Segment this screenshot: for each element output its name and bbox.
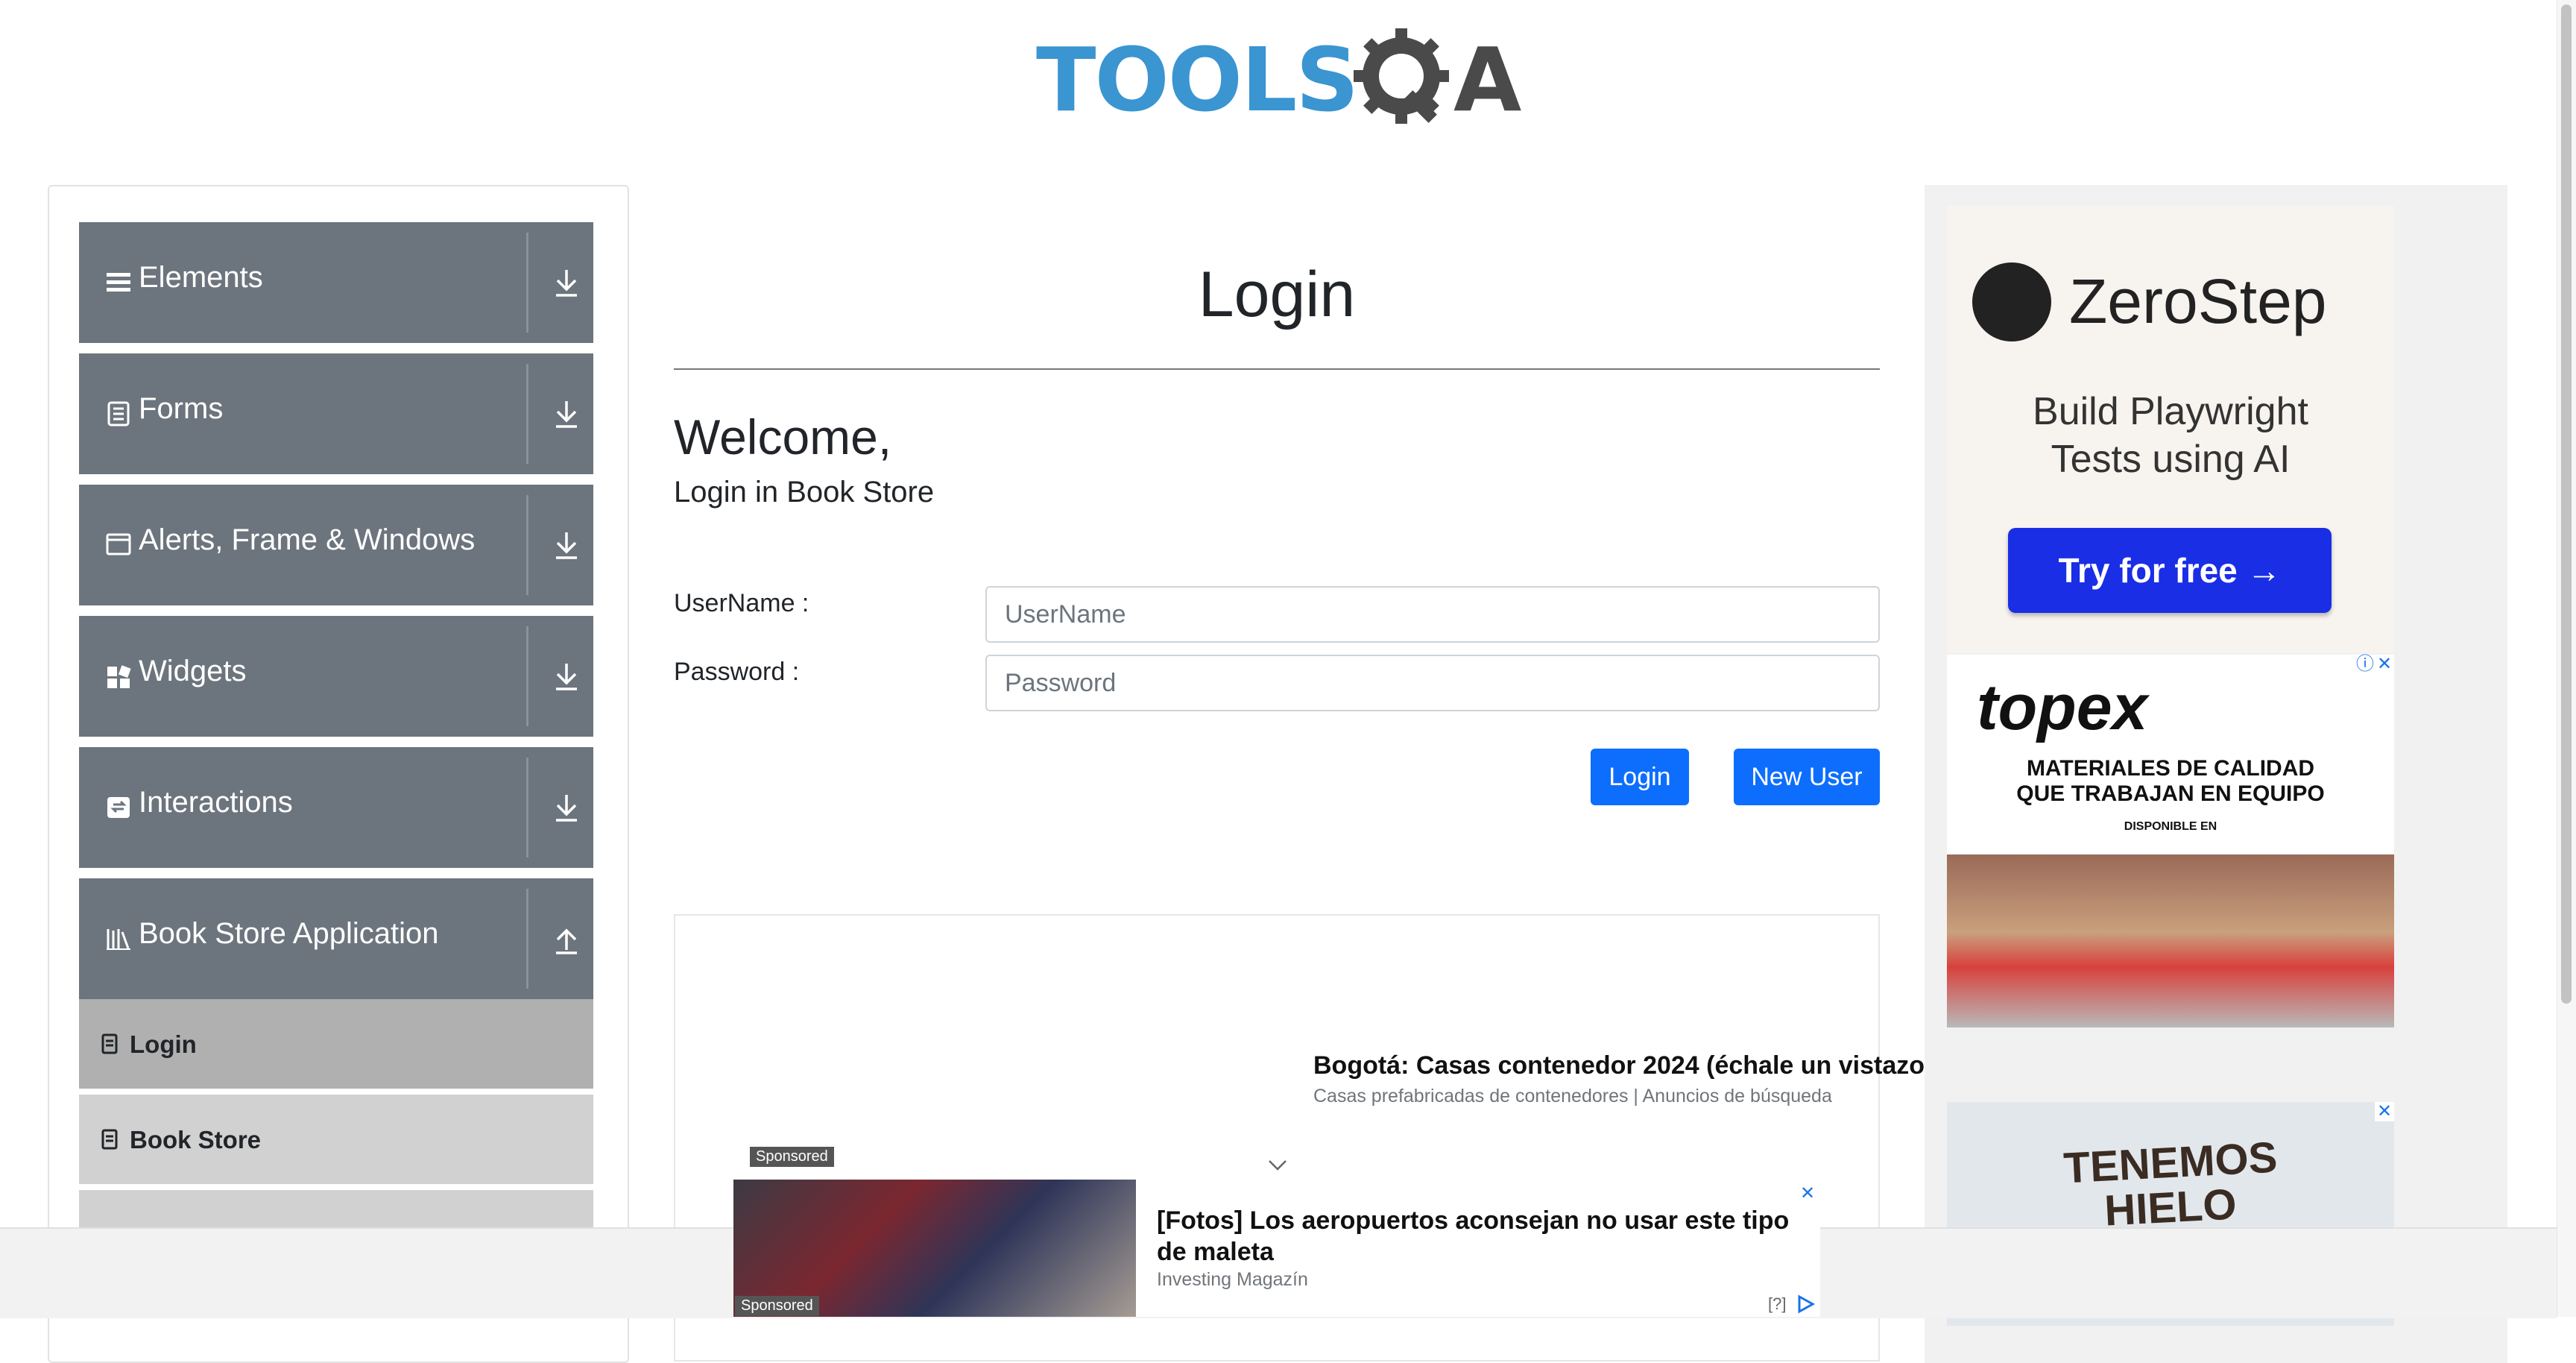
ad-source[interactable]: Casas prefabricadas de contenedores | An… [1313, 1086, 1832, 1107]
ad-headline[interactable]: Bogotá: Casas contenedor 2024 (échale un… [1313, 1051, 1933, 1080]
sidebar-group-forms[interactable]: Forms [79, 353, 593, 474]
bottom-ad-source: Investing Magazín [1157, 1269, 1308, 1290]
toolsqa-logo[interactable]: TOOLS A [1036, 21, 1521, 140]
topex-available: DISPONIBLE EN [2124, 820, 2217, 833]
sidebar-item-login[interactable]: Login [79, 999, 593, 1092]
sidebar-group-book-store[interactable]: Book Store Application [79, 878, 593, 999]
divider [526, 758, 528, 857]
zerostep-tagline-2: Tests using AI [2051, 438, 2291, 481]
topex-line-2: QUE TRABAJAN EN EQUIPO [2016, 781, 2325, 806]
logo-text-a: A [1453, 28, 1522, 131]
adchoices-icon[interactable] [1795, 1294, 1816, 1314]
sidebar-item-label: Book Store [130, 1126, 262, 1153]
list-icon [101, 1033, 118, 1054]
topex-line-1: MATERIALES DE CALIDAD [2026, 756, 2315, 781]
logo-text-tools: TOOLS [1036, 28, 1359, 131]
password-input[interactable] [985, 655, 1880, 711]
sidebar-group-elements[interactable]: Elements [79, 222, 593, 343]
chevron-down-icon[interactable] [552, 398, 581, 429]
sidebar-group-label: Forms [139, 392, 224, 425]
sidebar-group-label: Alerts, Frame & Windows [139, 523, 476, 556]
chevron-down-icon[interactable] [552, 661, 581, 692]
divider [526, 233, 528, 333]
zerostep-tagline-1: Build Playwright [2033, 390, 2308, 433]
title-divider [674, 368, 1880, 370]
window-icon [106, 533, 131, 555]
welcome-heading: Welcome, [674, 409, 892, 465]
password-label: Password : [674, 658, 800, 686]
sidebar-group-label: Elements [139, 261, 263, 294]
divider [526, 626, 528, 726]
username-input[interactable] [985, 586, 1880, 643]
chevron-up-icon[interactable] [552, 923, 581, 954]
menu-icon [107, 273, 130, 292]
chevron-down-icon[interactable] [552, 792, 581, 823]
topex-product-photo [1947, 854, 2394, 1027]
ad-info-link[interactable]: [?] [1768, 1294, 1786, 1314]
divider [526, 889, 528, 989]
chevron-down-icon[interactable] [552, 267, 581, 298]
list-icon [101, 1129, 118, 1150]
sidebar-item-label: Login [130, 1030, 197, 1058]
zerostep-logo-icon [1972, 262, 2051, 341]
sidebar-group-label: Book Store Application [139, 917, 439, 950]
interactions-icon [107, 797, 130, 818]
new-user-button[interactable]: New User [1734, 749, 1880, 805]
sidebar-item-book-store[interactable]: Book Store [79, 1095, 593, 1187]
ad-info-icon[interactable]: ⓘ [2355, 655, 2375, 674]
scrollbar-thumb[interactable] [2561, 4, 2572, 1004]
sidebar-group-label: Widgets [139, 655, 247, 687]
sidebar-group-interactions[interactable]: Interactions [79, 747, 593, 868]
login-button[interactable]: Login [1591, 749, 1689, 805]
divider [526, 495, 528, 595]
close-icon[interactable]: ✕ [2375, 1102, 2394, 1121]
sidebar-group-label: Interactions [139, 786, 293, 819]
sponsored-label: Sponsored [735, 1296, 819, 1316]
try-for-free-button[interactable]: Try for free → [2008, 528, 2332, 613]
sidebar-group-widgets[interactable]: Widgets [79, 616, 593, 737]
close-icon[interactable]: ✕ [2375, 655, 2394, 674]
chevron-down-icon[interactable] [1267, 1157, 1288, 1172]
username-label: UserName : [674, 589, 809, 617]
sidebar-group-alerts[interactable]: Alerts, Frame & Windows [79, 485, 593, 605]
bottom-ad-headline[interactable]: [Fotos] Los aeropuertos aconsejan no usa… [1157, 1205, 1813, 1268]
zerostep-name: ZeroStep [2069, 266, 2327, 336]
topex-brand: topex [1977, 672, 2148, 743]
login-subheading: Login in Book Store [674, 476, 935, 509]
document-icon [107, 401, 130, 426]
page-title: Login [1198, 259, 1356, 330]
divider [526, 364, 528, 464]
chevron-down-icon[interactable] [552, 529, 581, 561]
sponsored-label: Sponsored [750, 1147, 834, 1167]
close-icon[interactable]: ✕ [1798, 1184, 1817, 1203]
books-icon [107, 929, 130, 950]
widgets-icon [107, 665, 131, 688]
gear-magnifier-icon [1354, 28, 1449, 124]
